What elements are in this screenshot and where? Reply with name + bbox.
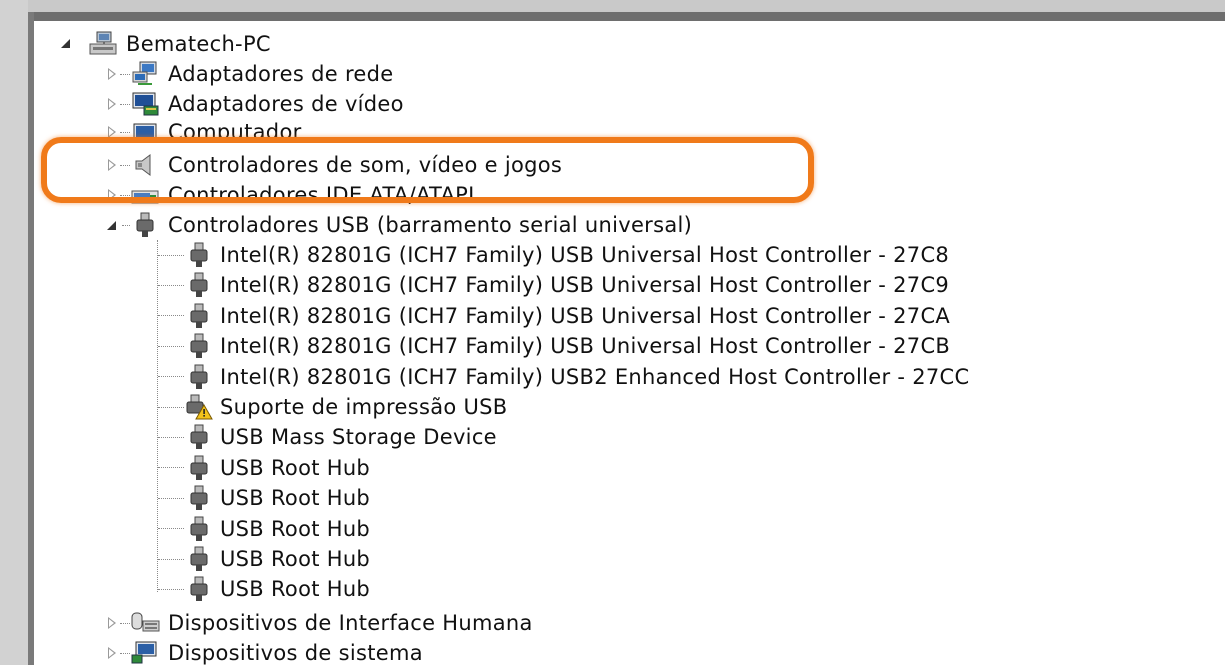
- hid-icon: [130, 609, 160, 637]
- usb-plug-icon: [184, 575, 214, 603]
- tree-root-bematech-pc[interactable]: Bematech-PC: [60, 29, 271, 59]
- usb-device-item[interactable]: USB Root Hub: [158, 453, 370, 483]
- usb-plug-icon: [184, 454, 214, 482]
- usb-device-label: USB Root Hub: [220, 577, 371, 602]
- computer-network-icon: [88, 30, 118, 58]
- expand-arrow-icon[interactable]: [106, 98, 118, 110]
- expand-arrow-icon[interactable]: [106, 647, 118, 659]
- usb-device-label: Suporte de impressão USB: [220, 395, 508, 419]
- collapse-arrow-icon[interactable]: [60, 37, 74, 51]
- system-devices-icon: [130, 639, 160, 667]
- tree-item-label: Dispositivos de Interface Humana: [168, 611, 533, 635]
- usb-device-item[interactable]: Suporte de impressão USB: [158, 392, 508, 422]
- usb-device-label: USB Root Hub: [220, 516, 371, 541]
- display-adapter-icon: [130, 90, 160, 118]
- usb-plug-icon: [184, 484, 214, 512]
- tree-item-label: Adaptadores de vídeo: [168, 92, 404, 116]
- expand-arrow-icon[interactable]: [106, 126, 118, 137]
- usb-device-item[interactable]: Intel(R) 82801G (ICH7 Family) USB Univer…: [158, 270, 949, 300]
- usb-plug-icon: [184, 302, 214, 330]
- usb-device-label: USB Root Hub: [220, 486, 371, 511]
- usb-device-label: USB Root Hub: [220, 455, 371, 480]
- usb-plug-icon: [184, 515, 214, 543]
- usb-device-item[interactable]: Intel(R) 82801G (ICH7 Family) USB Univer…: [158, 301, 950, 331]
- usb-device-item[interactable]: Intel(R) 82801G (ICH7 Family) USB2 Enhan…: [158, 362, 969, 392]
- usb-device-item[interactable]: Intel(R) 82801G (ICH7 Family) USB Univer…: [158, 331, 950, 361]
- tree-root-label: Bematech-PC: [126, 32, 271, 56]
- tree-item-human-interface-devices[interactable]: Dispositivos de Interface Humana: [106, 608, 533, 638]
- usb-device-item[interactable]: USB Root Hub: [158, 574, 370, 604]
- tree-item-label: Computador: [168, 120, 302, 137]
- usb-device-item[interactable]: USB Root Hub: [158, 514, 370, 544]
- tree-item-network-adapters[interactable]: Adaptadores de rede: [106, 59, 393, 89]
- panel-top-border: [28, 12, 1225, 21]
- usb-device-item[interactable]: USB Root Hub: [158, 544, 370, 574]
- tree-item-computer[interactable]: Computador: [106, 119, 302, 137]
- usb-warning-icon: [184, 393, 214, 421]
- usb-plug-icon: [130, 211, 160, 239]
- tree-item-usb-controllers[interactable]: Controladores USB (barramento serial uni…: [106, 210, 692, 240]
- usb-device-item[interactable]: USB Root Hub: [158, 483, 370, 513]
- usb-device-item[interactable]: USB Mass Storage Device: [158, 422, 497, 452]
- network-adapter-icon: [130, 60, 160, 88]
- window-top-frame: [0, 0, 1225, 12]
- usb-plug-icon: [184, 271, 214, 299]
- usb-device-label: Intel(R) 82801G (ICH7 Family) USB Univer…: [220, 273, 950, 298]
- usb-device-label: Intel(R) 82801G (ICH7 Family) USB2 Enhan…: [220, 364, 970, 389]
- usb-plug-icon: [184, 423, 214, 451]
- usb-device-label: Intel(R) 82801G (ICH7 Family) USB Univer…: [220, 303, 951, 328]
- usb-plug-icon: [184, 332, 214, 360]
- highlight-annotation: [41, 137, 814, 203]
- tree-item-display-adapters[interactable]: Adaptadores de vídeo: [106, 89, 404, 119]
- expand-arrow-icon[interactable]: [106, 68, 118, 80]
- expand-arrow-icon[interactable]: [106, 617, 118, 629]
- usb-plug-icon: [184, 241, 214, 269]
- computer-icon: [130, 120, 160, 137]
- usb-device-label: Intel(R) 82801G (ICH7 Family) USB Univer…: [220, 334, 951, 359]
- tree-item-system-devices[interactable]: Dispositivos de sistema: [106, 638, 423, 668]
- usb-plug-icon: [184, 363, 214, 391]
- usb-plug-icon: [184, 545, 214, 573]
- tree-item-label: Controladores USB (barramento serial uni…: [168, 213, 693, 237]
- collapse-arrow-icon[interactable]: [106, 219, 118, 231]
- window-left-frame: [0, 0, 28, 665]
- usb-device-label: USB Root Hub: [220, 547, 371, 571]
- usb-device-label: Intel(R) 82801G (ICH7 Family) USB Univer…: [220, 243, 950, 267]
- usb-device-item[interactable]: Intel(R) 82801G (ICH7 Family) USB Univer…: [158, 240, 949, 270]
- usb-device-label: USB Mass Storage Device: [220, 425, 497, 450]
- tree-item-label: Dispositivos de sistema: [168, 641, 423, 665]
- tree-item-label: Adaptadores de rede: [168, 62, 394, 86]
